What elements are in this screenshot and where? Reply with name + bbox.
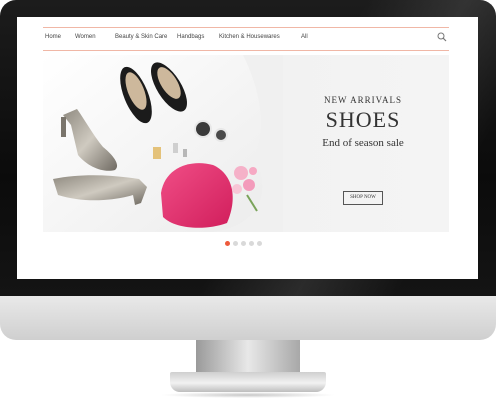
website-screen: Home Women Beauty & Skin Care Handbags K… — [17, 17, 478, 279]
banner-subtitle: NEW ARRIVALS — [324, 95, 402, 105]
carousel-dot[interactable] — [257, 241, 262, 246]
nav-item-all[interactable]: All — [301, 34, 308, 40]
shoes-product-photo — [43, 55, 283, 232]
nav-item-beauty[interactable]: Beauty & Skin Care — [115, 34, 167, 40]
monitor-chin — [0, 296, 496, 340]
nav-item-handbags[interactable]: Handbags — [177, 34, 204, 40]
search-icon[interactable] — [437, 32, 447, 42]
shop-now-button[interactable]: SHOP NOW — [343, 191, 383, 205]
main-navigation: Home Women Beauty & Skin Care Handbags K… — [43, 27, 449, 51]
banner-tagline: End of season sale — [322, 137, 404, 149]
nav-item-home[interactable]: Home — [45, 34, 61, 40]
carousel-dot[interactable] — [233, 241, 238, 246]
carousel-dot[interactable] — [225, 241, 230, 246]
monitor-stand-foot — [170, 372, 326, 392]
stand-shadow — [160, 392, 336, 398]
carousel-dot[interactable] — [241, 241, 246, 246]
banner-title: SHOES — [325, 107, 401, 132]
nav-item-women[interactable]: Women — [75, 34, 96, 40]
hero-banner[interactable]: NEW ARRIVALS SHOES End of season sale SH… — [43, 55, 449, 232]
carousel-dot[interactable] — [249, 241, 254, 246]
monitor-stand-neck — [196, 340, 300, 376]
nav-item-kitchen[interactable]: Kitchen & Housewares — [219, 34, 280, 40]
